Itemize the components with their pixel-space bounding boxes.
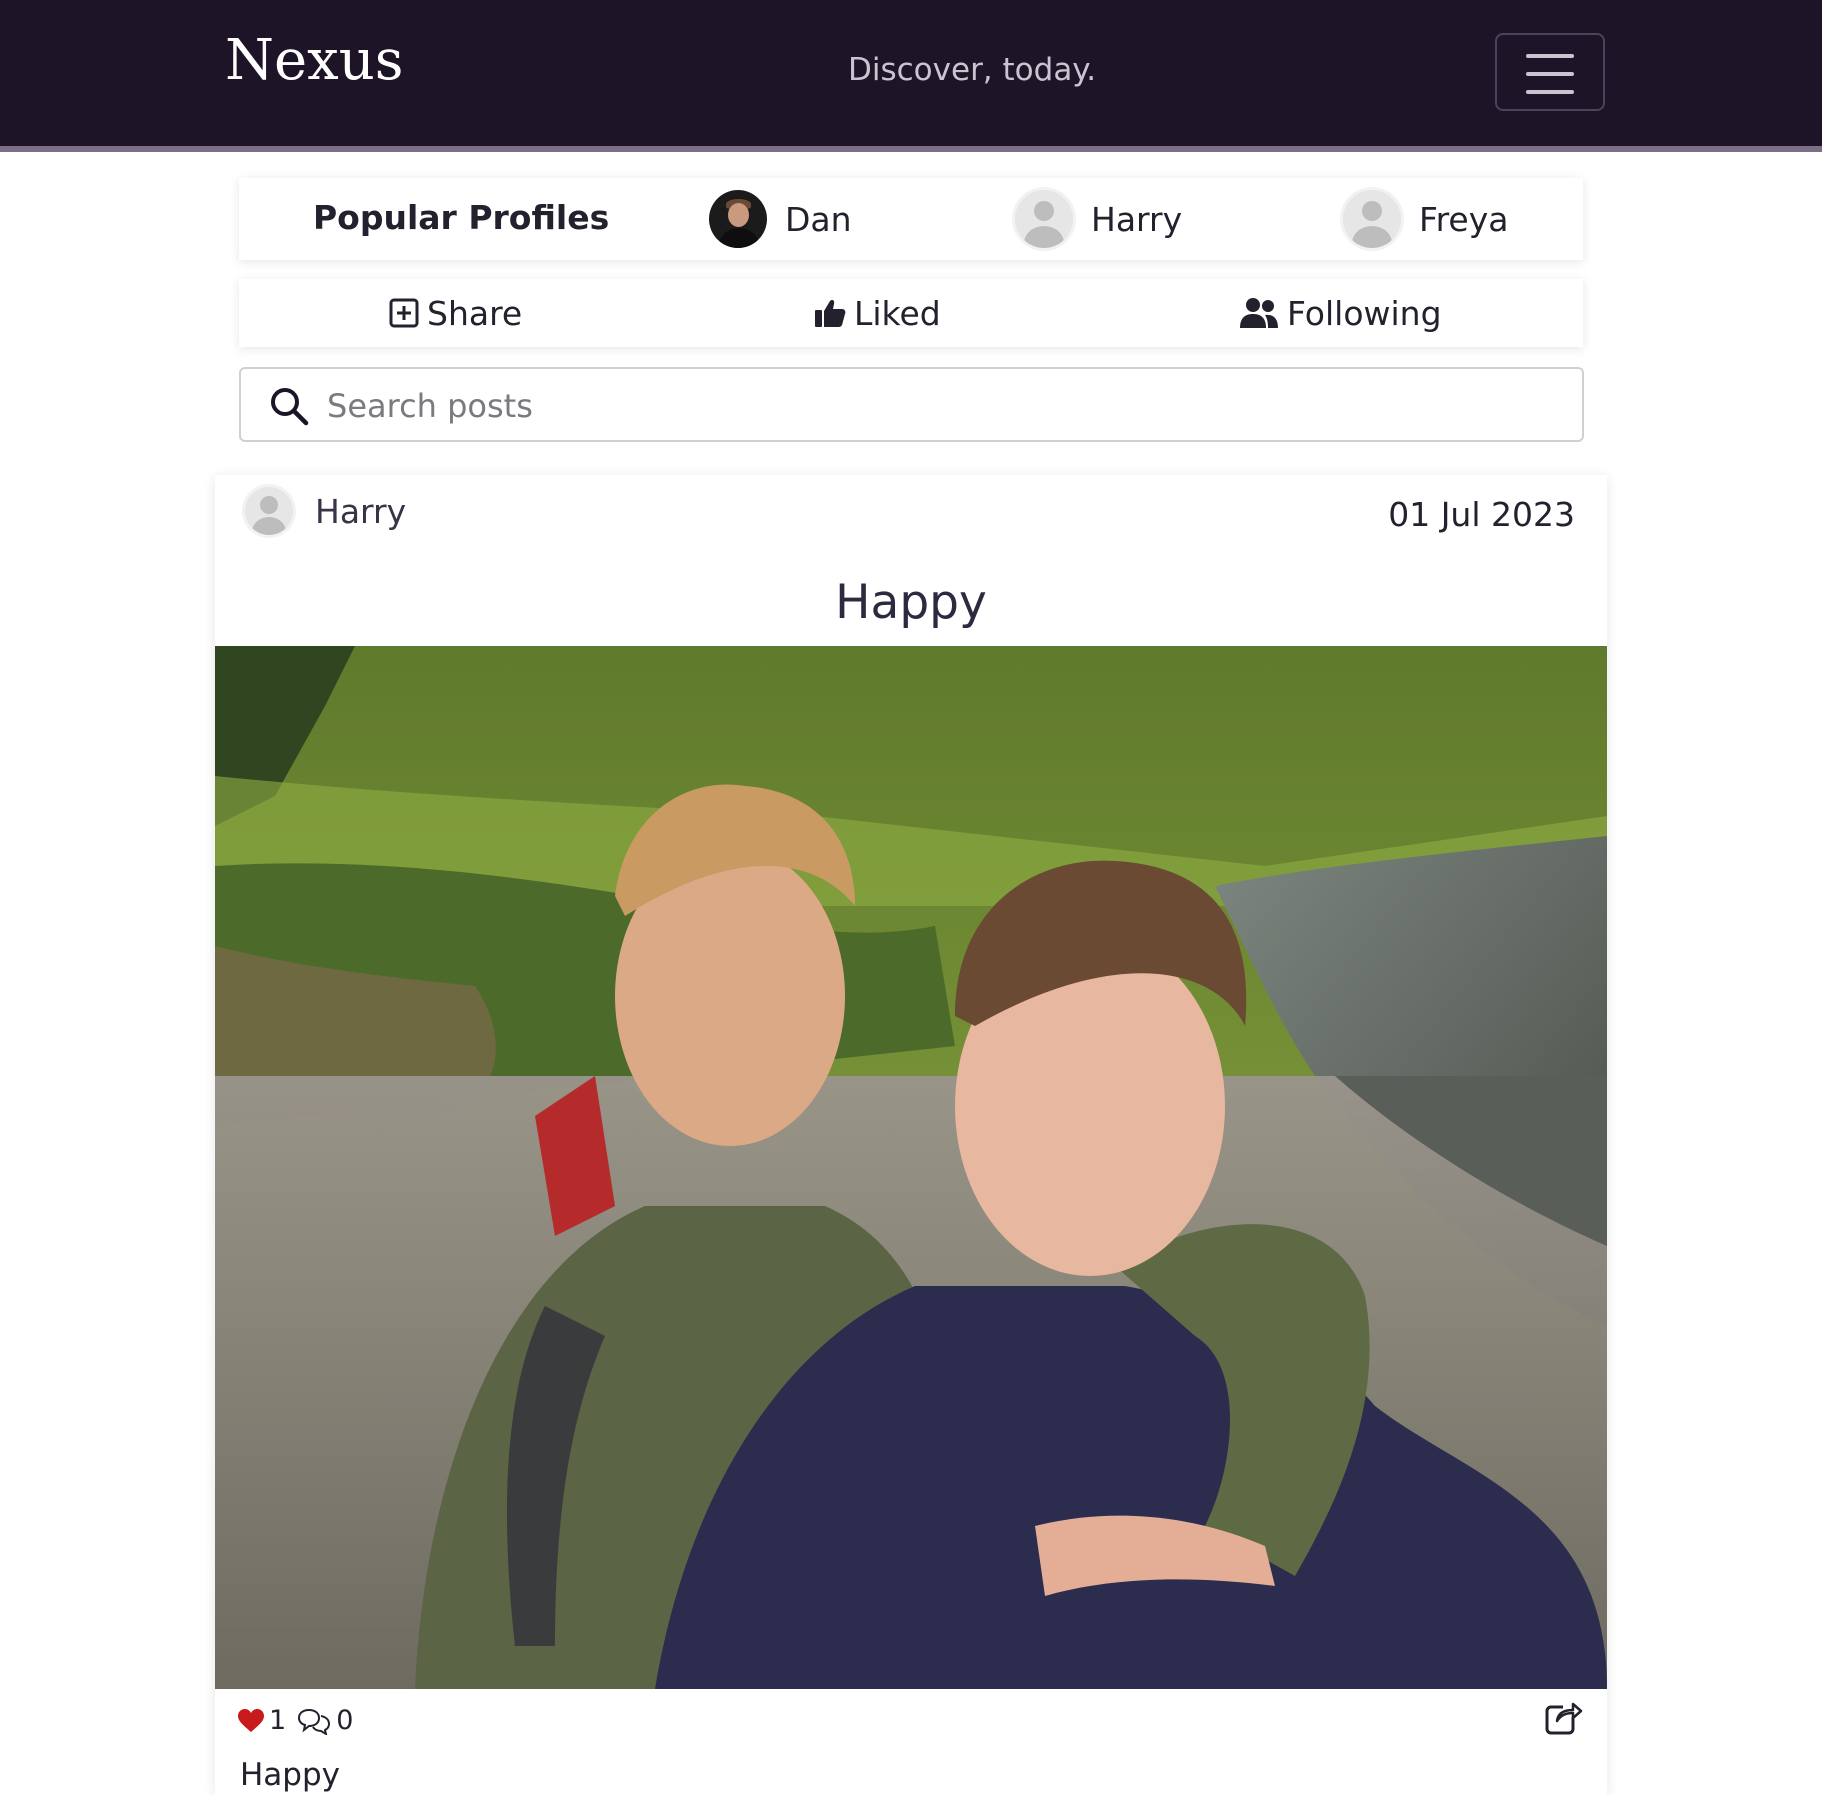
hamburger-icon-line xyxy=(1526,72,1574,76)
default-user-icon xyxy=(1015,190,1073,248)
tab-liked[interactable]: Liked xyxy=(814,279,941,347)
profile-link-dan[interactable]: Dan xyxy=(709,188,852,250)
default-user-icon xyxy=(245,487,293,535)
tab-label: Share xyxy=(427,293,523,333)
popular-profiles-bar: Popular Profiles Dan Harry Freya xyxy=(239,178,1583,260)
tab-share[interactable]: Share xyxy=(389,279,522,347)
post-author-name: Harry xyxy=(315,491,407,531)
avatar-body xyxy=(252,517,286,535)
navbar-tagline: Discover, today. xyxy=(848,52,1097,88)
post-photo xyxy=(215,646,1607,1689)
avatar-head xyxy=(260,496,278,514)
post-actions: 1 0 xyxy=(237,1705,363,1736)
brand-logo[interactable]: Nexus xyxy=(225,28,404,93)
tab-label: Following xyxy=(1287,293,1442,333)
menu-toggle-button[interactable] xyxy=(1495,33,1605,111)
avatar-head xyxy=(728,203,749,227)
avatar-body xyxy=(1024,226,1064,248)
post-author[interactable]: Harry xyxy=(245,487,406,535)
profile-name: Harry xyxy=(1091,199,1183,239)
search-input[interactable] xyxy=(325,379,1569,433)
post-card: Harry 01 Jul 2023 Happy 1 0 Happy xyxy=(215,475,1607,1795)
navbar-divider xyxy=(0,146,1822,152)
tab-label: Liked xyxy=(854,293,941,333)
post-title[interactable]: Happy xyxy=(215,575,1607,630)
avatar-body xyxy=(1352,226,1392,248)
comment-button[interactable]: 0 xyxy=(296,1705,353,1736)
comment-count: 0 xyxy=(336,1705,354,1736)
users-icon xyxy=(1240,298,1278,328)
like-count: 1 xyxy=(269,1705,287,1736)
search-bar xyxy=(239,367,1584,442)
post-image[interactable] xyxy=(215,646,1607,1689)
plus-square-icon xyxy=(389,298,419,328)
thumbs-up-icon xyxy=(815,300,846,327)
profile-name: Dan xyxy=(785,199,852,239)
hamburger-icon-line xyxy=(1526,90,1574,94)
share-post-button[interactable] xyxy=(1545,1699,1583,1739)
profile-link-harry[interactable]: Harry xyxy=(1015,188,1182,250)
navbar: Nexus Discover, today. xyxy=(0,0,1822,146)
post-caption: Happy xyxy=(240,1757,341,1793)
tab-following[interactable]: Following xyxy=(1239,279,1442,347)
comments-icon xyxy=(298,1708,331,1735)
share-icon xyxy=(1545,1701,1583,1735)
profile-name: Freya xyxy=(1419,199,1509,239)
avatar-head xyxy=(1362,201,1382,221)
avatar-head xyxy=(1034,201,1054,221)
profile-link-freya[interactable]: Freya xyxy=(1343,188,1508,250)
search-icon xyxy=(271,388,309,426)
like-button[interactable]: 1 xyxy=(237,1705,286,1736)
hamburger-icon xyxy=(1526,54,1574,58)
feed-tabs: Share Liked Following xyxy=(239,279,1583,347)
popular-profiles-title: Popular Profiles xyxy=(313,198,610,237)
avatar-body xyxy=(719,228,759,248)
default-user-icon xyxy=(1343,190,1401,248)
post-date: 01 Jul 2023 xyxy=(1388,495,1575,534)
heart-icon xyxy=(238,1708,264,1732)
avatar xyxy=(709,190,767,248)
